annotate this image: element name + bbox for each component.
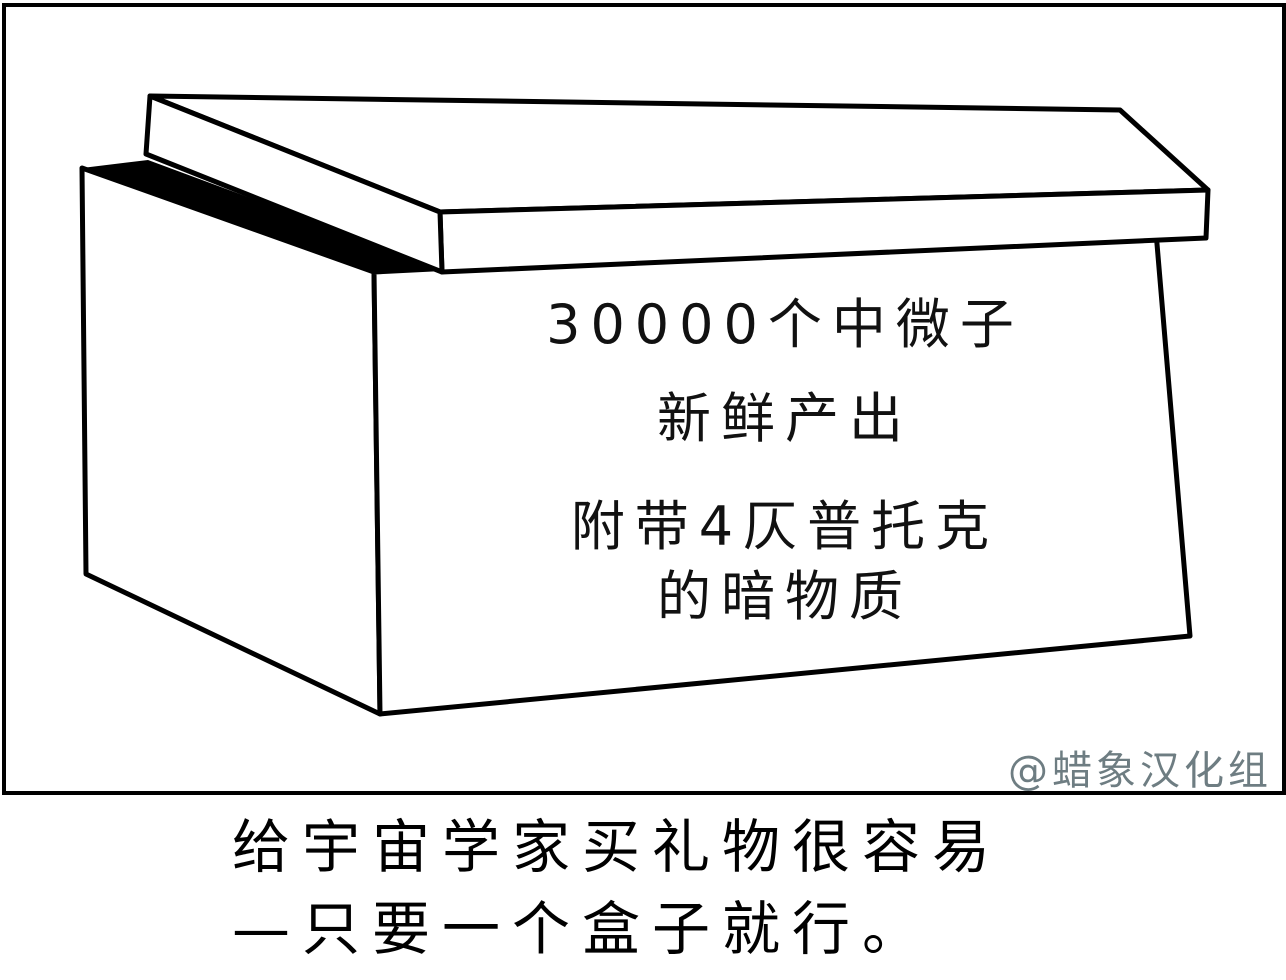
box-label-line: 的暗物质: [657, 565, 913, 628]
watermark: @蜡象汉化组: [1008, 748, 1272, 794]
box-label-line: 30000个中微子: [546, 293, 1024, 356]
caption-line: 给宇宙学家买礼物很容易: [232, 813, 1003, 881]
box-label-line: 新鲜产出: [657, 387, 913, 450]
caption-line: —只要一个盒子就行。: [232, 895, 933, 963]
box-label-line: 附带4仄普托克: [570, 495, 1000, 558]
